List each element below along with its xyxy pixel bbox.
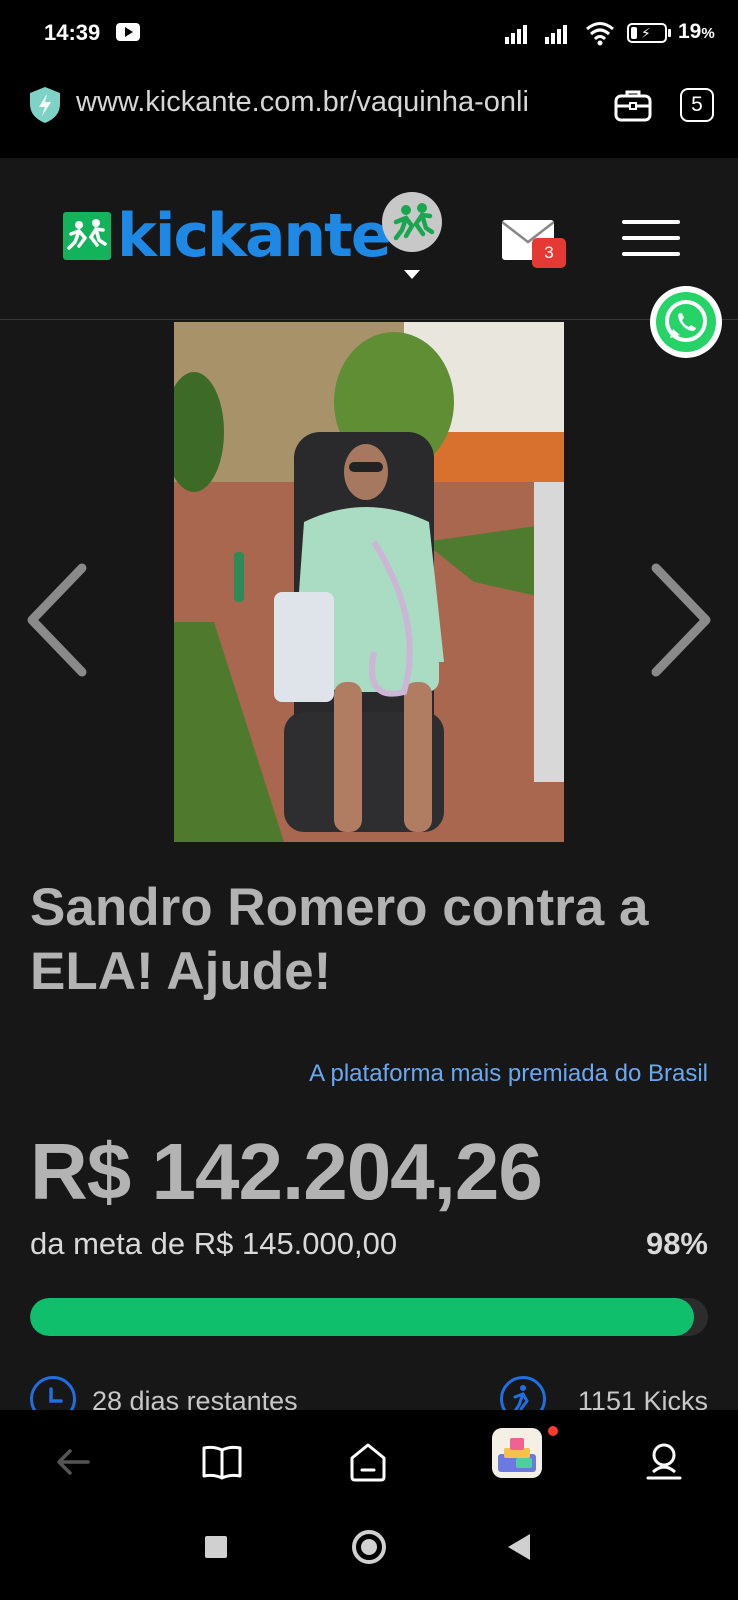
profile-avatar[interactable] [382,192,442,252]
battery-percent: 19% [678,20,715,43]
book-icon[interactable] [200,1440,244,1484]
tab-count-button[interactable]: 5 [680,88,714,122]
mail-unread-badge: 3 [532,238,566,268]
carousel-next-arrow-icon[interactable] [646,560,716,680]
progress-fill [30,1298,695,1336]
web-page: kickante 3 Sandro Romero contra a ELA! A… [0,158,738,1410]
home-circle-icon[interactable] [352,1530,386,1564]
kicks-icon [500,1376,546,1410]
amount-raised: R$ 142.204,26 [30,1127,543,1216]
progress-bar [30,1298,708,1336]
carousel-prev-arrow-icon[interactable] [22,560,92,680]
hamburger-menu-icon[interactable] [622,220,680,256]
campaign-photo[interactable] [174,322,564,842]
platform-tagline-link[interactable]: A plataforma mais premiada do Brasil [309,1060,708,1088]
caret-down-icon[interactable] [404,270,420,279]
whatsapp-icon[interactable] [650,286,722,358]
status-time: 14:39 [44,20,101,45]
kickante-logo-icon [63,212,111,260]
goal-percent: 98% [645,1226,708,1261]
status-bar: 14:39 ⚡ 19% [0,0,738,66]
site-header: kickante 3 [0,158,738,320]
days-remaining: 28 dias restantes [92,1386,298,1410]
account-icon[interactable] [642,1440,686,1484]
browser-toolbar [0,1410,738,1510]
battery-charging-icon: ⚡ [627,23,671,43]
home-icon[interactable] [346,1440,390,1484]
campaign-title: Sandro Romero contra a ELA! Ajude! [30,878,649,1001]
address-bar: www.kickante.com.br/vaquinha-onli 5 [0,66,738,158]
goal-text: da meta de R$ 145.000,00 [30,1226,398,1261]
system-navigation-bar [0,1510,738,1600]
logo-text: kickante [117,201,392,271]
shield-bolt-icon [30,87,60,123]
kicks-count: 1151 Kicks [577,1386,708,1410]
signal-icon [545,22,573,44]
kickante-logo[interactable]: kickante [63,201,392,271]
recents-square-icon[interactable] [205,1536,227,1558]
briefcase-icon[interactable] [614,88,652,122]
signal-icon [505,22,533,44]
back-arrow-icon[interactable] [52,1440,96,1484]
notification-dot [548,1426,558,1436]
url-fade [560,82,600,126]
youtube-icon [116,23,140,41]
clock-icon [30,1376,76,1410]
url-field[interactable]: www.kickante.com.br/vaquinha-onli [76,86,591,119]
games-icon[interactable] [492,1428,542,1478]
back-triangle-icon[interactable] [508,1534,530,1560]
wifi-icon [586,22,614,46]
